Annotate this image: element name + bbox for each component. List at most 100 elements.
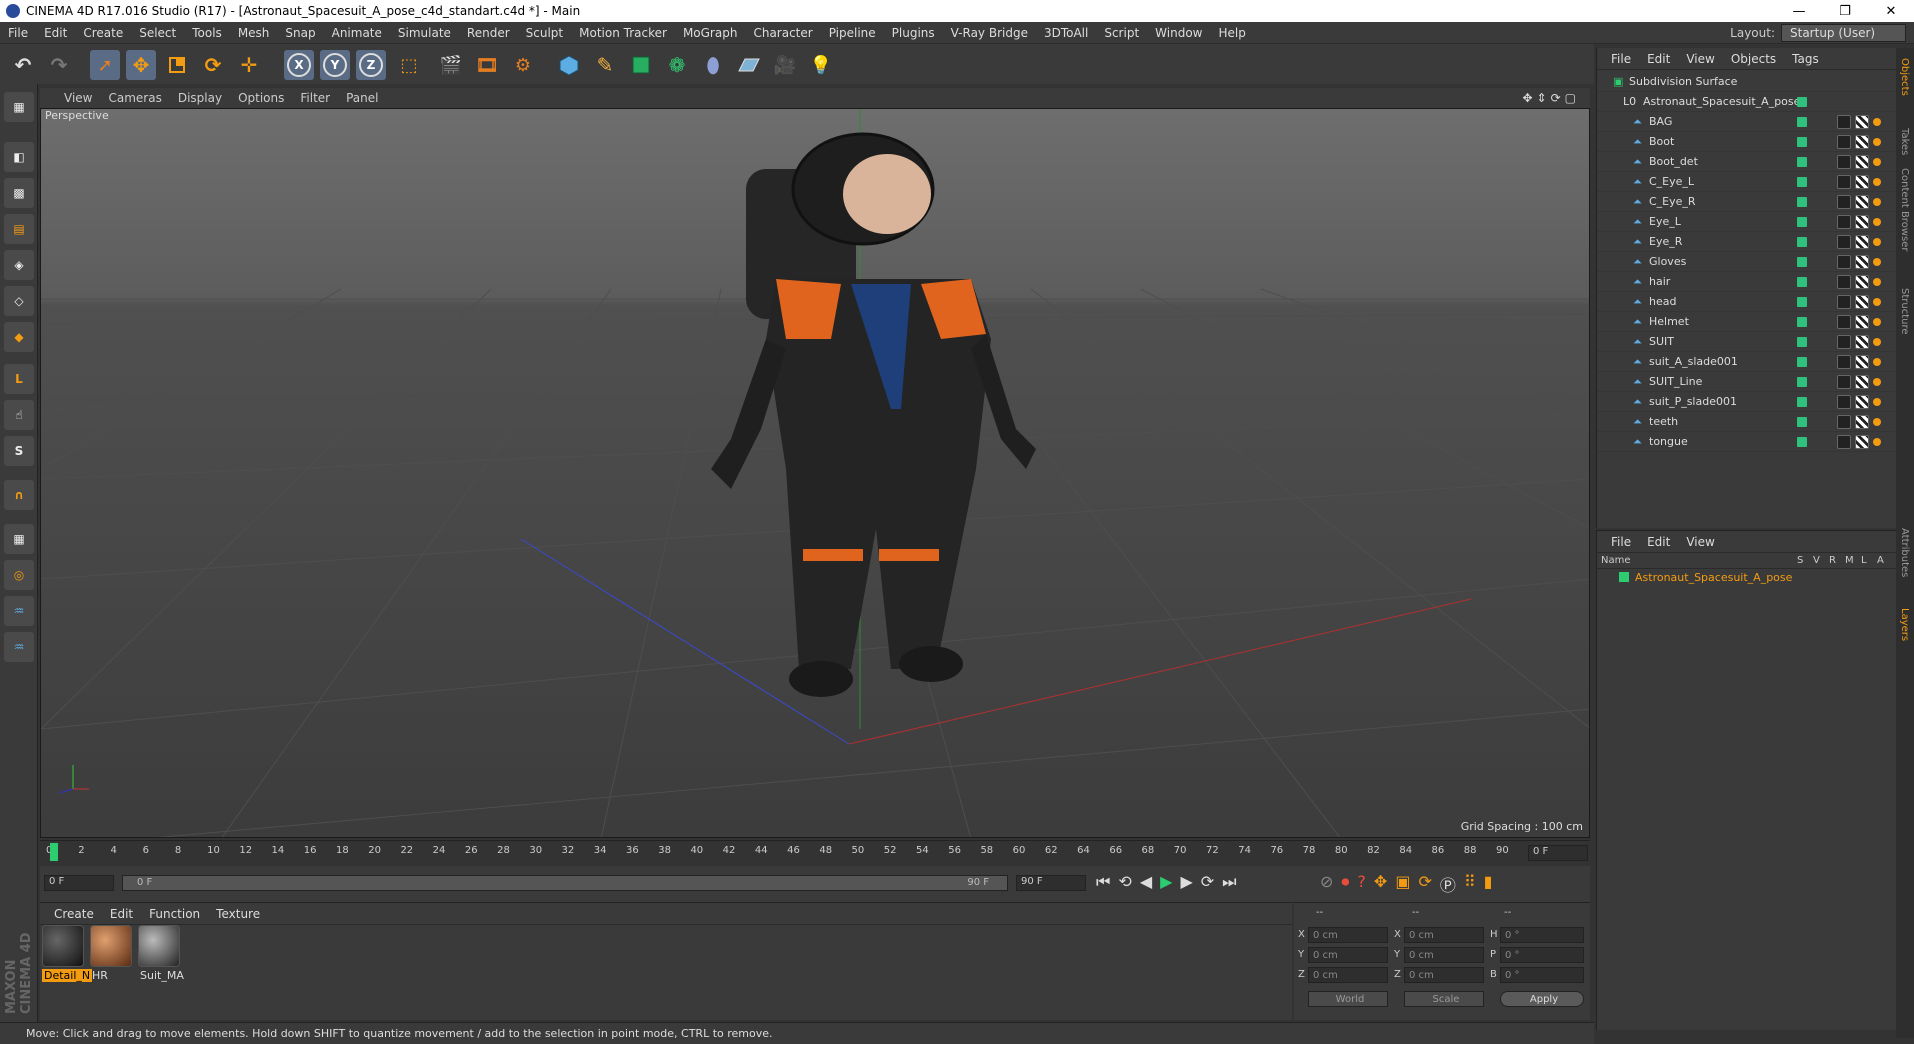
visibility-dot[interactable] xyxy=(1797,116,1807,127)
phong-tag-icon[interactable] xyxy=(1873,377,1881,386)
close-button[interactable]: ✕ xyxy=(1868,0,1914,22)
scale-tool-icon[interactable] xyxy=(162,50,192,80)
uv-tag-icon[interactable] xyxy=(1855,394,1869,409)
edges-mode-icon[interactable]: ◇ xyxy=(4,286,34,316)
previous-frame-icon[interactable]: ◀ xyxy=(1140,872,1152,892)
objects-menu-file[interactable]: File xyxy=(1603,52,1639,66)
layers-menu-file[interactable]: File xyxy=(1603,535,1639,549)
material-tag-icon[interactable] xyxy=(1837,334,1851,349)
tree-row-object[interactable]: ⏶ Gloves xyxy=(1597,252,1897,272)
layers-menu-edit[interactable]: Edit xyxy=(1639,535,1678,549)
uv-tag-icon[interactable] xyxy=(1855,374,1869,389)
spline-pen-icon[interactable]: ✎ xyxy=(590,50,620,80)
side-tab-objects[interactable]: Objects xyxy=(1899,58,1910,96)
autokey-icon[interactable]: ? xyxy=(1357,872,1366,896)
material-swatch[interactable] xyxy=(138,925,180,967)
tree-row-object[interactable]: ⏶ head xyxy=(1597,292,1897,312)
render-view-icon[interactable]: 🎬 xyxy=(436,50,466,80)
timeline-window-icon[interactable]: ▮ xyxy=(1484,872,1493,896)
visibility-dot[interactable] xyxy=(1797,396,1807,407)
visibility-dot[interactable] xyxy=(1797,416,1807,427)
phong-tag-icon[interactable] xyxy=(1873,237,1881,246)
objects-menu-objects[interactable]: Objects xyxy=(1723,52,1784,66)
phong-tag-icon[interactable] xyxy=(1873,297,1881,306)
rotation-p-field[interactable]: 0 ° xyxy=(1500,947,1584,963)
make-editable-icon[interactable]: ▦ xyxy=(4,92,34,122)
uv-tag-icon[interactable] xyxy=(1855,214,1869,229)
restore-button[interactable]: ❐ xyxy=(1822,0,1868,22)
visibility-dot[interactable] xyxy=(1797,216,1807,227)
tree-row-object[interactable]: ⏶ teeth xyxy=(1597,412,1897,432)
menu-select[interactable]: Select xyxy=(131,26,184,40)
coordinate-space-dropdown[interactable]: World xyxy=(1308,991,1388,1007)
live-selection-icon[interactable]: ➚ xyxy=(90,50,120,80)
tree-row-group[interactable]: L0 Astronaut_Spacesuit_A_pose xyxy=(1597,92,1897,112)
rotation-h-field[interactable]: 0 ° xyxy=(1500,927,1584,943)
move-tool-icon[interactable]: ✥ xyxy=(126,50,156,80)
light-icon[interactable]: 💡 xyxy=(806,50,836,80)
material-tag-icon[interactable] xyxy=(1837,294,1851,309)
visibility-dot[interactable] xyxy=(1797,176,1807,187)
phong-tag-icon[interactable] xyxy=(1873,217,1881,226)
tweak-mode-icon[interactable]: ☝ xyxy=(4,400,34,430)
side-tab-content-browser[interactable]: Content Browser xyxy=(1899,168,1910,251)
menu-vray-bridge[interactable]: V-Ray Bridge xyxy=(943,26,1036,40)
rotate-tool-icon[interactable]: ⟳ xyxy=(198,50,228,80)
phong-tag-icon[interactable] xyxy=(1873,277,1881,286)
menu-file[interactable]: File xyxy=(0,26,36,40)
workplane-lock-icon[interactable]: ▦ xyxy=(4,524,34,554)
material-tag-icon[interactable] xyxy=(1837,114,1851,129)
material-menu-texture[interactable]: Texture xyxy=(208,907,268,921)
tree-row-object[interactable]: ⏶ Helmet xyxy=(1597,312,1897,332)
tree-row-object[interactable]: ⏶ C_Eye_L xyxy=(1597,172,1897,192)
tree-row-subdivision-surface[interactable]: ▣ Subdivision Surface xyxy=(1597,72,1897,92)
render-settings-icon[interactable]: ⚙ xyxy=(508,50,538,80)
y-axis-lock-button[interactable]: Y xyxy=(320,50,350,80)
material-tag-icon[interactable] xyxy=(1837,254,1851,269)
quantize-icon[interactable]: ◎ xyxy=(4,560,34,590)
visibility-dot[interactable] xyxy=(1797,436,1807,447)
python-generator-icon[interactable]: ♒ xyxy=(4,632,34,662)
phong-tag-icon[interactable] xyxy=(1873,117,1881,126)
tree-row-object[interactable]: ⏶ Boot xyxy=(1597,132,1897,152)
visibility-dot[interactable] xyxy=(1797,196,1807,207)
end-frame-field[interactable]: 90 F xyxy=(1016,875,1086,891)
transform-tool-icon[interactable]: ✛ xyxy=(234,50,264,80)
rotation-b-field[interactable]: 0 ° xyxy=(1500,967,1584,983)
go-to-start-icon[interactable]: ⏮ xyxy=(1096,872,1110,892)
cube-primitive-icon[interactable] xyxy=(554,50,584,80)
play-icon[interactable]: ▶ xyxy=(1160,872,1172,892)
solo-mode-icon[interactable]: S xyxy=(4,436,34,466)
phong-tag-icon[interactable] xyxy=(1873,397,1881,406)
record-keys-icon[interactable]: ⏺ xyxy=(1341,872,1349,896)
viewport-menu-cameras[interactable]: Cameras xyxy=(100,91,169,105)
viewport-menu-panel[interactable]: Panel xyxy=(338,91,386,105)
material-tag-icon[interactable] xyxy=(1837,214,1851,229)
uv-tag-icon[interactable] xyxy=(1855,434,1869,449)
tree-row-object[interactable]: ⏶ hair xyxy=(1597,272,1897,292)
menu-plugins[interactable]: Plugins xyxy=(884,26,943,40)
phong-tag-icon[interactable] xyxy=(1873,357,1881,366)
objects-menu-edit[interactable]: Edit xyxy=(1639,52,1678,66)
visibility-dot[interactable] xyxy=(1797,136,1807,147)
undo-icon[interactable]: ↶ xyxy=(8,50,38,80)
menu-tools[interactable]: Tools xyxy=(184,26,230,40)
workplane-mode-icon[interactable]: ▤ xyxy=(4,214,34,244)
side-tab-structure[interactable]: Structure xyxy=(1899,288,1910,335)
phong-tag-icon[interactable] xyxy=(1873,257,1881,266)
tree-row-object[interactable]: ⏶ BAG xyxy=(1597,112,1897,132)
uv-tag-icon[interactable] xyxy=(1855,334,1869,349)
phong-tag-icon[interactable] xyxy=(1873,197,1881,206)
visibility-dot[interactable] xyxy=(1797,276,1807,287)
uv-tag-icon[interactable] xyxy=(1855,414,1869,429)
material-tag-icon[interactable] xyxy=(1837,414,1851,429)
key-scale-icon[interactable]: ▣ xyxy=(1395,872,1410,896)
uv-tag-icon[interactable] xyxy=(1855,294,1869,309)
material-tag-icon[interactable] xyxy=(1837,434,1851,449)
menu-create[interactable]: Create xyxy=(75,26,131,40)
uv-tag-icon[interactable] xyxy=(1855,194,1869,209)
material-menu-edit[interactable]: Edit xyxy=(102,907,141,921)
timeline-ruler[interactable]: 0246810121416182022242628303234363840424… xyxy=(40,840,1590,864)
range-slider[interactable]: 0 F 90 F xyxy=(122,875,1008,891)
redo-icon[interactable]: ↷ xyxy=(44,50,74,80)
